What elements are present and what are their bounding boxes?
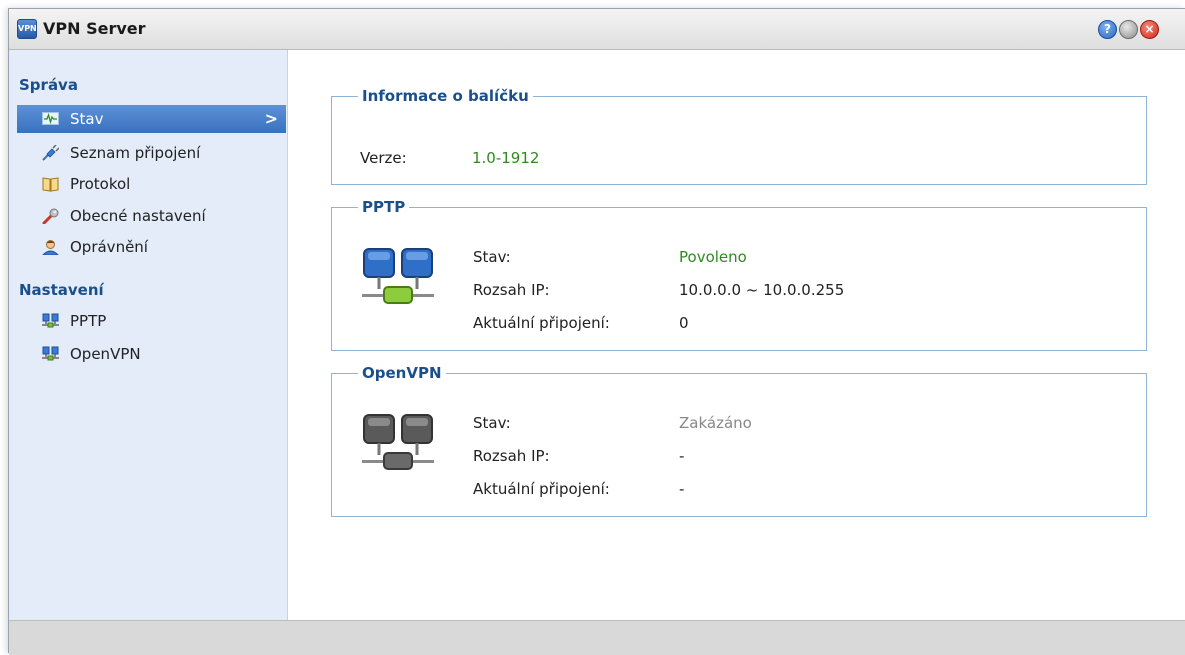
sidebar-item-label: PPTP — [70, 312, 107, 330]
pptp-connections-value: 0 — [679, 314, 689, 332]
network-icon — [42, 346, 59, 361]
sidebar-item-stav[interactable]: Stav > — [17, 105, 286, 133]
chevron-right-icon: > — [264, 109, 278, 128]
vpn-app-icon: VPN — [17, 19, 37, 39]
version-label: Verze: — [360, 149, 407, 167]
openvpn-ip-range-value: - — [679, 447, 685, 465]
monitor-icon — [42, 112, 59, 125]
sidebar-item-openvpn[interactable]: OpenVPN — [17, 340, 286, 368]
vpn-server-window: VPN VPN Server ? × Správa Stav > Seznam … — [8, 8, 1185, 655]
pptp-status-label: Stav: — [473, 248, 511, 266]
openvpn-group: OpenVPN Stav: Zakázáno Rozsah IP: - Aktu… — [331, 364, 1147, 517]
sidebar-item-label: Stav — [70, 110, 104, 128]
sidebar-section-sprava: Správa — [19, 76, 78, 94]
status-bar — [9, 620, 1185, 655]
wrench-icon — [42, 208, 59, 224]
sidebar-item-label: Protokol — [70, 175, 131, 193]
pptp-ip-range-label: Rozsah IP: — [473, 281, 550, 299]
package-info-group: Informace o balíčku Verze: 1.0-1912 — [331, 87, 1147, 185]
openvpn-status-label: Stav: — [473, 414, 511, 432]
title-bar[interactable]: VPN VPN Server ? × — [9, 9, 1185, 50]
pptp-group: PPTP Stav: Povoleno Rozsah IP: 10.0.0.0 … — [331, 198, 1147, 351]
openvpn-legend: OpenVPN — [362, 364, 442, 382]
sidebar-item-obecne-nastaveni[interactable]: Obecné nastavení — [17, 202, 286, 230]
openvpn-connections-value: - — [679, 480, 685, 498]
pptp-ip-range-value: 10.0.0.0 ~ 10.0.0.255 — [679, 281, 845, 299]
sidebar-item-pptp[interactable]: PPTP — [17, 307, 286, 335]
plug-icon — [42, 145, 59, 161]
openvpn-status-value: Zakázáno — [679, 414, 752, 432]
pptp-network-icon — [362, 248, 434, 304]
sidebar-item-label: Obecné nastavení — [70, 207, 206, 225]
close-button[interactable]: × — [1140, 20, 1159, 39]
openvpn-ip-range-label: Rozsah IP: — [473, 447, 550, 465]
openvpn-network-icon — [362, 414, 434, 470]
main-panel: Informace o balíčku Verze: 1.0-1912 PPTP… — [288, 50, 1185, 620]
sidebar-item-label: OpenVPN — [70, 345, 141, 363]
version-value: 1.0-1912 — [472, 149, 540, 167]
sidebar-section-nastaveni: Nastavení — [19, 281, 104, 299]
sidebar: Správa Stav > Seznam připojení Protokol — [9, 50, 288, 620]
sidebar-item-label: Oprávnění — [70, 238, 148, 256]
user-icon — [42, 240, 59, 255]
sidebar-item-seznam-pripojeni[interactable]: Seznam připojení — [17, 139, 286, 167]
sidebar-item-label: Seznam připojení — [70, 144, 201, 162]
sidebar-item-protokol[interactable]: Protokol — [17, 170, 286, 198]
help-button[interactable]: ? — [1098, 20, 1117, 39]
package-info-legend: Informace o balíčku — [362, 87, 529, 105]
network-icon — [42, 313, 59, 328]
window-title: VPN Server — [43, 19, 146, 38]
sidebar-item-opravneni[interactable]: Oprávnění — [17, 233, 286, 261]
openvpn-connections-label: Aktuální připojení: — [473, 480, 610, 498]
pptp-status-value: Povoleno — [679, 248, 747, 266]
minimize-button[interactable] — [1119, 20, 1138, 39]
pptp-legend: PPTP — [362, 198, 406, 216]
book-icon — [42, 177, 59, 192]
pptp-connections-label: Aktuální připojení: — [473, 314, 610, 332]
